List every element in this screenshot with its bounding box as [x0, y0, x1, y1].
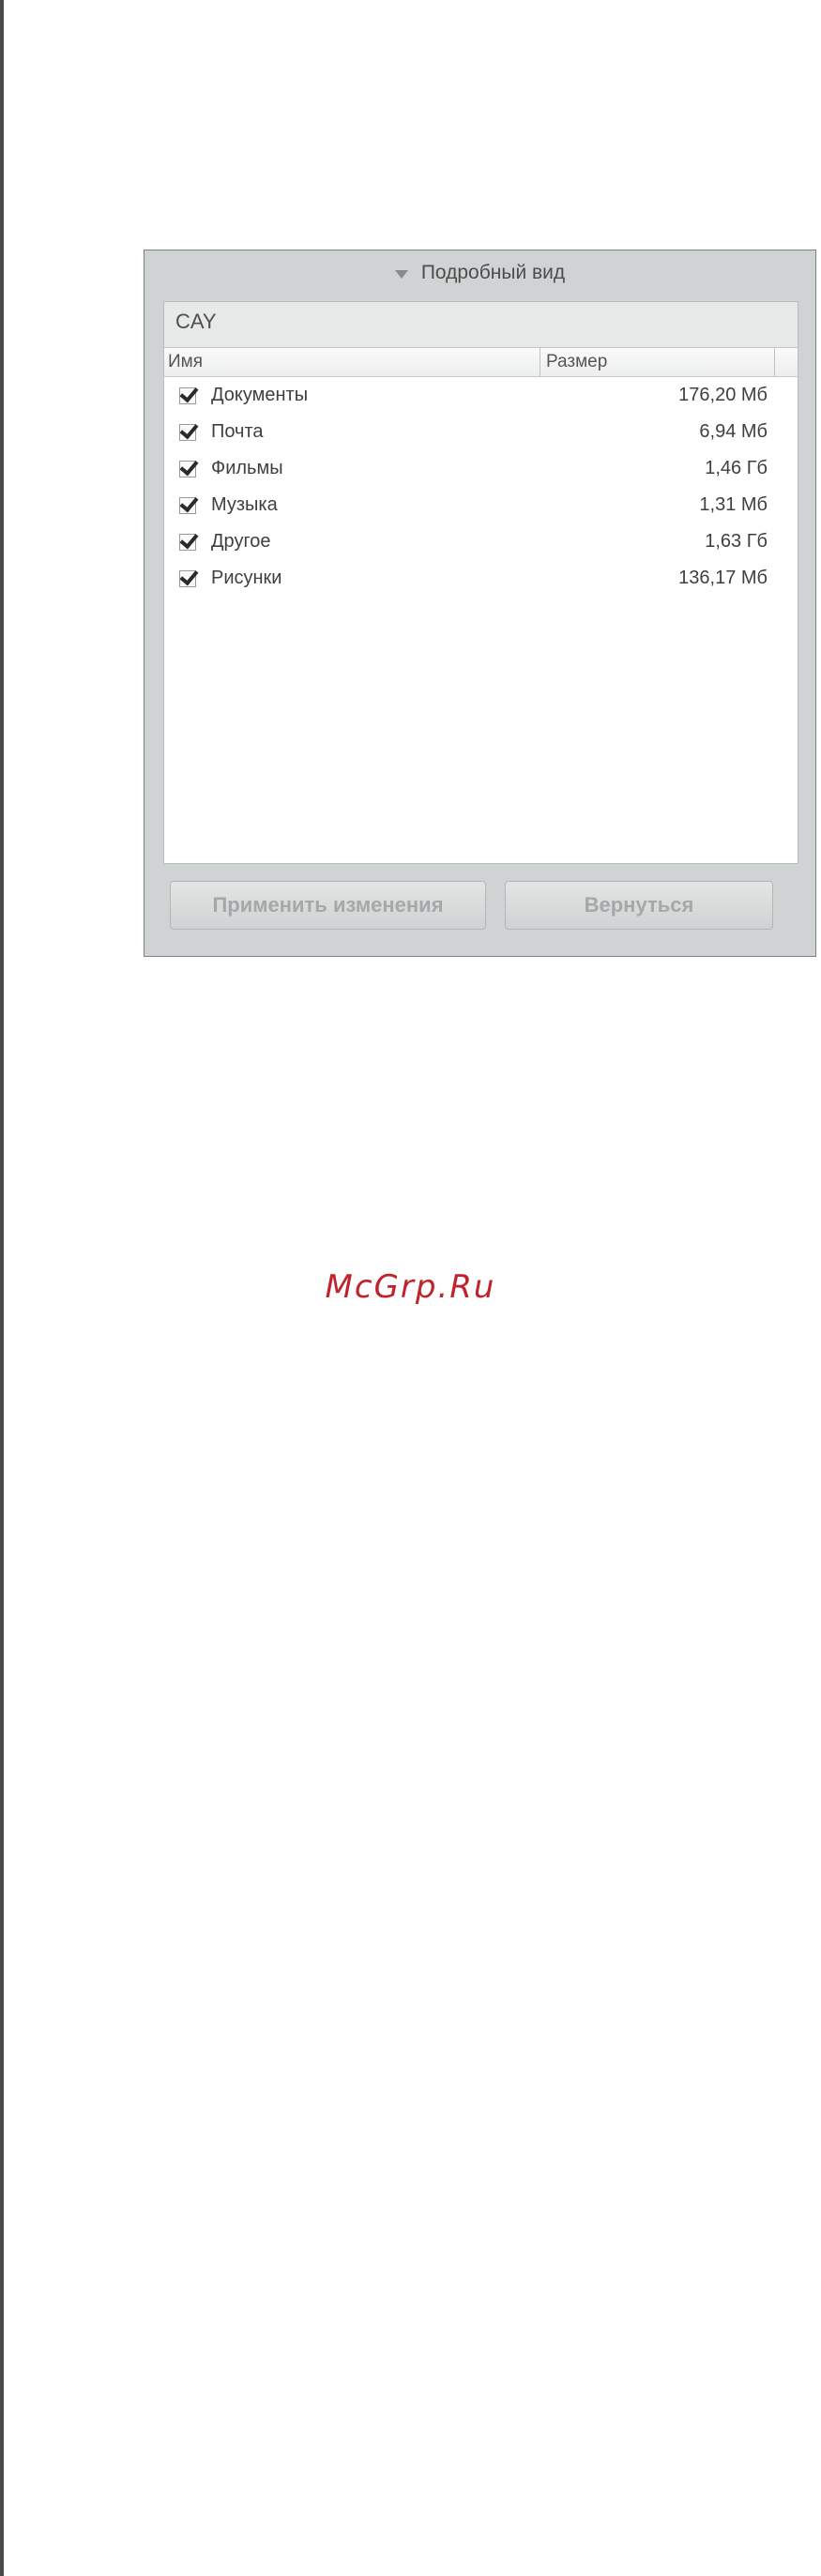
- column-header-size[interactable]: Размер: [546, 352, 607, 372]
- panel-header-label: Подробный вид: [420, 262, 566, 283]
- detailed-view-panel: Подробный вид CAY Имя Размер Документы 1…: [144, 250, 816, 957]
- item-size: 136,17 Мб: [678, 568, 768, 588]
- triangle-down-icon: [394, 269, 408, 279]
- detailed-view-toggle[interactable]: Подробный вид: [144, 250, 815, 295]
- checkbox-checked-icon[interactable]: [179, 570, 196, 587]
- list-item: Другое 1,63 Гб: [164, 528, 798, 565]
- checkbox-checked-icon[interactable]: [179, 387, 196, 404]
- watermark-text: McGrp.Ru: [325, 1268, 496, 1306]
- column-header-name[interactable]: Имя: [168, 352, 203, 372]
- category-list: Имя Размер Документы 176,20 Мб Почта 6,9…: [164, 347, 798, 863]
- item-name: Документы: [211, 385, 309, 405]
- list-item: Рисунки 136,17 Мб: [164, 565, 798, 601]
- list-item: Почта 6,94 Мб: [164, 418, 798, 455]
- item-name: Почта: [211, 421, 264, 442]
- list-item: Фильмы 1,46 Гб: [164, 455, 798, 492]
- item-size: 6,94 Мб: [699, 421, 768, 442]
- list-rows: Документы 176,20 Мб Почта 6,94 Мб Фильмы…: [164, 382, 798, 601]
- list-item: Музыка 1,31 Мб: [164, 492, 798, 528]
- device-name: CAY: [175, 310, 217, 333]
- list-header: Имя Размер: [164, 348, 798, 377]
- back-button[interactable]: Вернуться: [505, 881, 773, 930]
- checkbox-checked-icon[interactable]: [179, 461, 196, 477]
- column-divider: [774, 348, 775, 376]
- item-size: 1,63 Гб: [705, 531, 768, 552]
- item-size: 1,31 Мб: [699, 494, 768, 515]
- device-content-frame: CAY Имя Размер Документы 176,20 Мб Почта…: [163, 301, 798, 864]
- checkbox-checked-icon[interactable]: [179, 497, 196, 514]
- item-name: Рисунки: [211, 568, 282, 588]
- item-size: 176,20 Мб: [678, 385, 768, 405]
- list-item: Документы 176,20 Мб: [164, 382, 798, 418]
- checkbox-checked-icon[interactable]: [179, 424, 196, 441]
- checkbox-checked-icon[interactable]: [179, 534, 196, 551]
- item-name: Другое: [211, 531, 271, 552]
- item-size: 1,46 Гб: [705, 458, 768, 478]
- item-name: Фильмы: [211, 458, 283, 478]
- apply-changes-button[interactable]: Применить изменения: [170, 881, 486, 930]
- item-name: Музыка: [211, 494, 278, 515]
